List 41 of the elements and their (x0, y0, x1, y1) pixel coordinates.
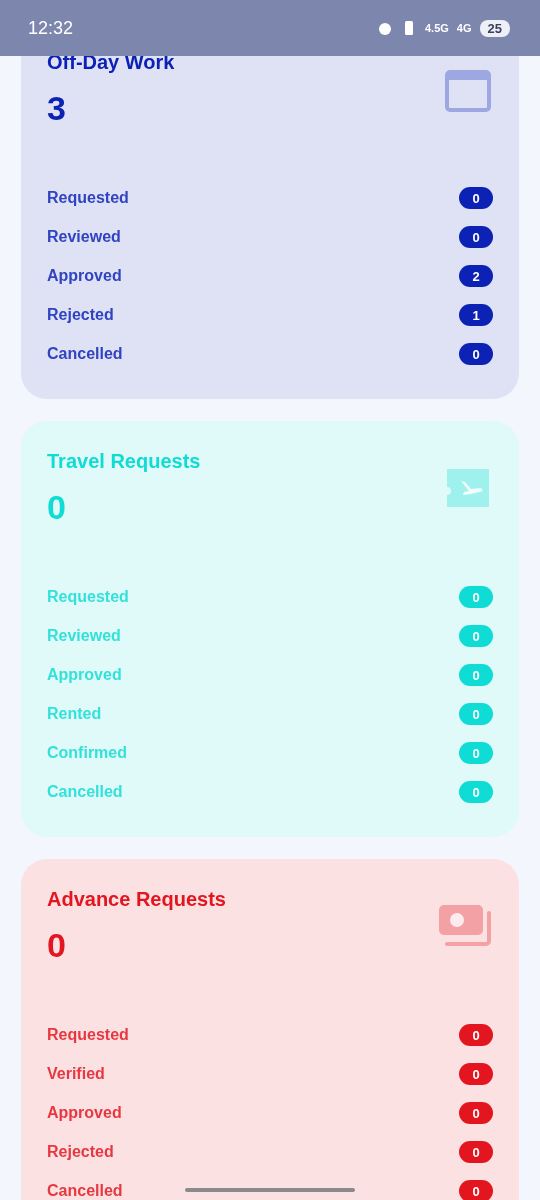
count-badge: 0 (459, 703, 493, 725)
battery-level: 25 (479, 19, 510, 37)
status-label: Reviewed (47, 627, 121, 645)
status-label: Verified (47, 1065, 105, 1083)
status-label: Requested (47, 1026, 129, 1044)
status-label: Approved (47, 267, 122, 285)
status-label: Cancelled (47, 345, 123, 363)
total-count: 0 (47, 925, 67, 965)
status-label: Rejected (47, 1143, 114, 1161)
count-badge: 0 (459, 625, 493, 647)
total-count: 0 (47, 487, 67, 527)
count-badge: 0 (459, 1180, 493, 1200)
card-title: Advance Requests (47, 887, 226, 912)
status-label: Requested (47, 588, 129, 606)
count-badge: 0 (459, 343, 493, 365)
status-label: Reviewed (47, 228, 121, 246)
count-badge: 0 (459, 586, 493, 608)
count-badge: 0 (459, 1141, 493, 1163)
count-badge: 0 (459, 781, 493, 803)
count-badge: 0 (459, 1024, 493, 1046)
card-title: Travel Requests (47, 449, 201, 474)
count-badge: 0 (459, 1102, 493, 1124)
count-badge: 1 (459, 304, 493, 326)
count-badge: 0 (459, 226, 493, 248)
network-label: 4G (456, 22, 472, 34)
total-count: 3 (47, 88, 67, 128)
status-label: Cancelled (47, 1182, 123, 1200)
status-label: Approved (47, 666, 122, 684)
count-badge: 0 (459, 742, 493, 764)
status-label: Confirmed (47, 744, 127, 762)
status-label: Cancelled (47, 783, 123, 801)
count-badge: 0 (459, 664, 493, 686)
count-badge: 0 (459, 187, 493, 209)
status-label: Approved (47, 1104, 122, 1122)
network-label: 4.5G (425, 22, 449, 34)
status-label: Requested (47, 189, 129, 207)
status-label: Rejected (47, 306, 114, 324)
status-label: Rented (47, 705, 102, 723)
count-badge: 0 (459, 1063, 493, 1085)
status-time: 12:32 (28, 17, 74, 39)
count-badge: 2 (459, 265, 493, 287)
